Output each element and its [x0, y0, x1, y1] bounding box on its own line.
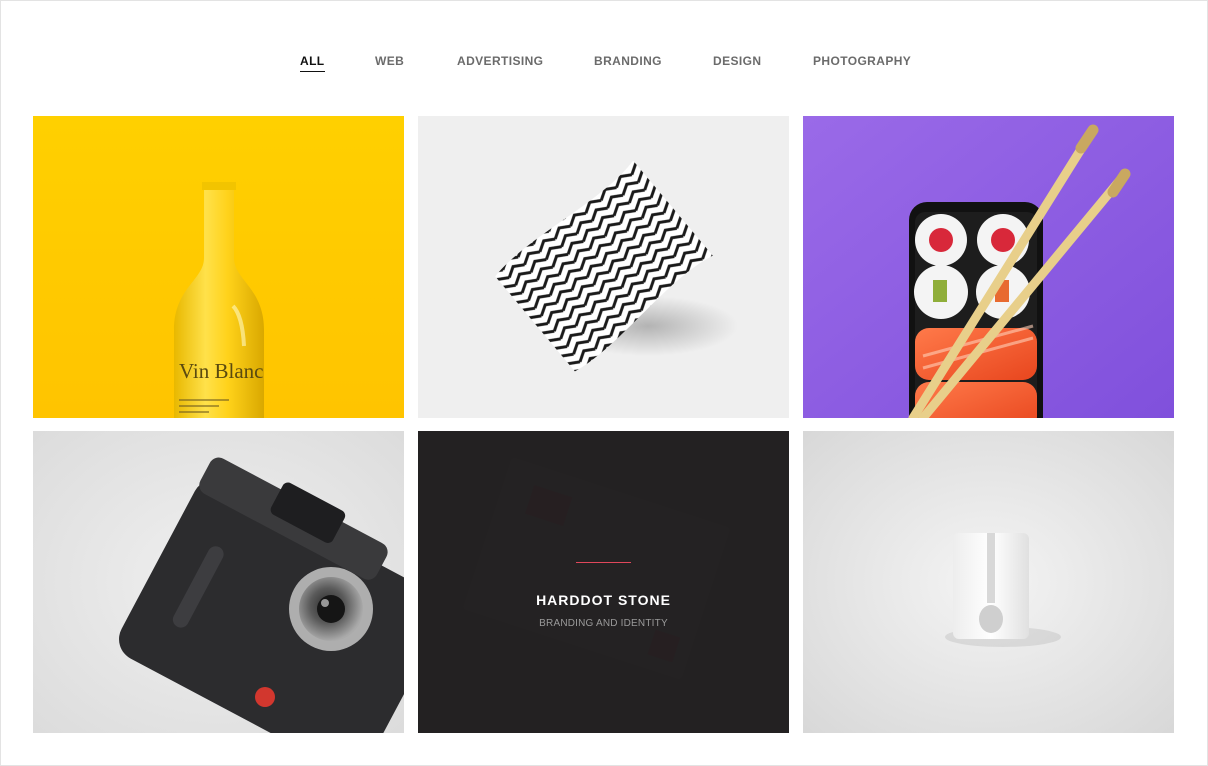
camera-image — [33, 431, 404, 733]
project-category: BRANDING AND IDENTITY — [539, 618, 668, 629]
zigzag-paper-image — [418, 116, 789, 418]
filter-web[interactable]: WEB — [375, 54, 404, 68]
filter-advertising[interactable]: ADVERTISING — [457, 54, 543, 68]
bottle-label-text: Vin Blanc — [179, 359, 263, 383]
portfolio-item-camera[interactable] — [33, 431, 404, 733]
portfolio-item-harddot-stone[interactable]: HARDDOT STONE BRANDING AND IDENTITY — [418, 431, 789, 733]
wine-bottle-image: Vin Blanc — [33, 116, 404, 418]
project-title[interactable]: HARDDOT STONE — [418, 592, 789, 608]
portfolio-filter-nav: ALL WEB ADVERTISING BRANDING DESIGN PHOT… — [0, 54, 1208, 76]
hover-overlay: HARDDOT STONE BRANDING AND IDENTITY — [418, 431, 789, 733]
portfolio-item-zigzag-paper[interactable] — [418, 116, 789, 418]
sushi-phone-image — [803, 116, 1174, 418]
portfolio-item-white-block[interactable] — [803, 431, 1174, 733]
portfolio-item-sushi-phone[interactable] — [803, 116, 1174, 418]
filter-design[interactable]: DESIGN — [713, 54, 761, 68]
white-block-image — [803, 431, 1174, 733]
overlay-accent-line — [576, 562, 631, 563]
filter-branding[interactable]: BRANDING — [594, 54, 662, 68]
filter-all[interactable]: ALL — [300, 54, 325, 72]
portfolio-item-wine-bottle[interactable]: Vin Blanc — [33, 116, 404, 418]
filter-photography[interactable]: PHOTOGRAPHY — [813, 54, 911, 68]
